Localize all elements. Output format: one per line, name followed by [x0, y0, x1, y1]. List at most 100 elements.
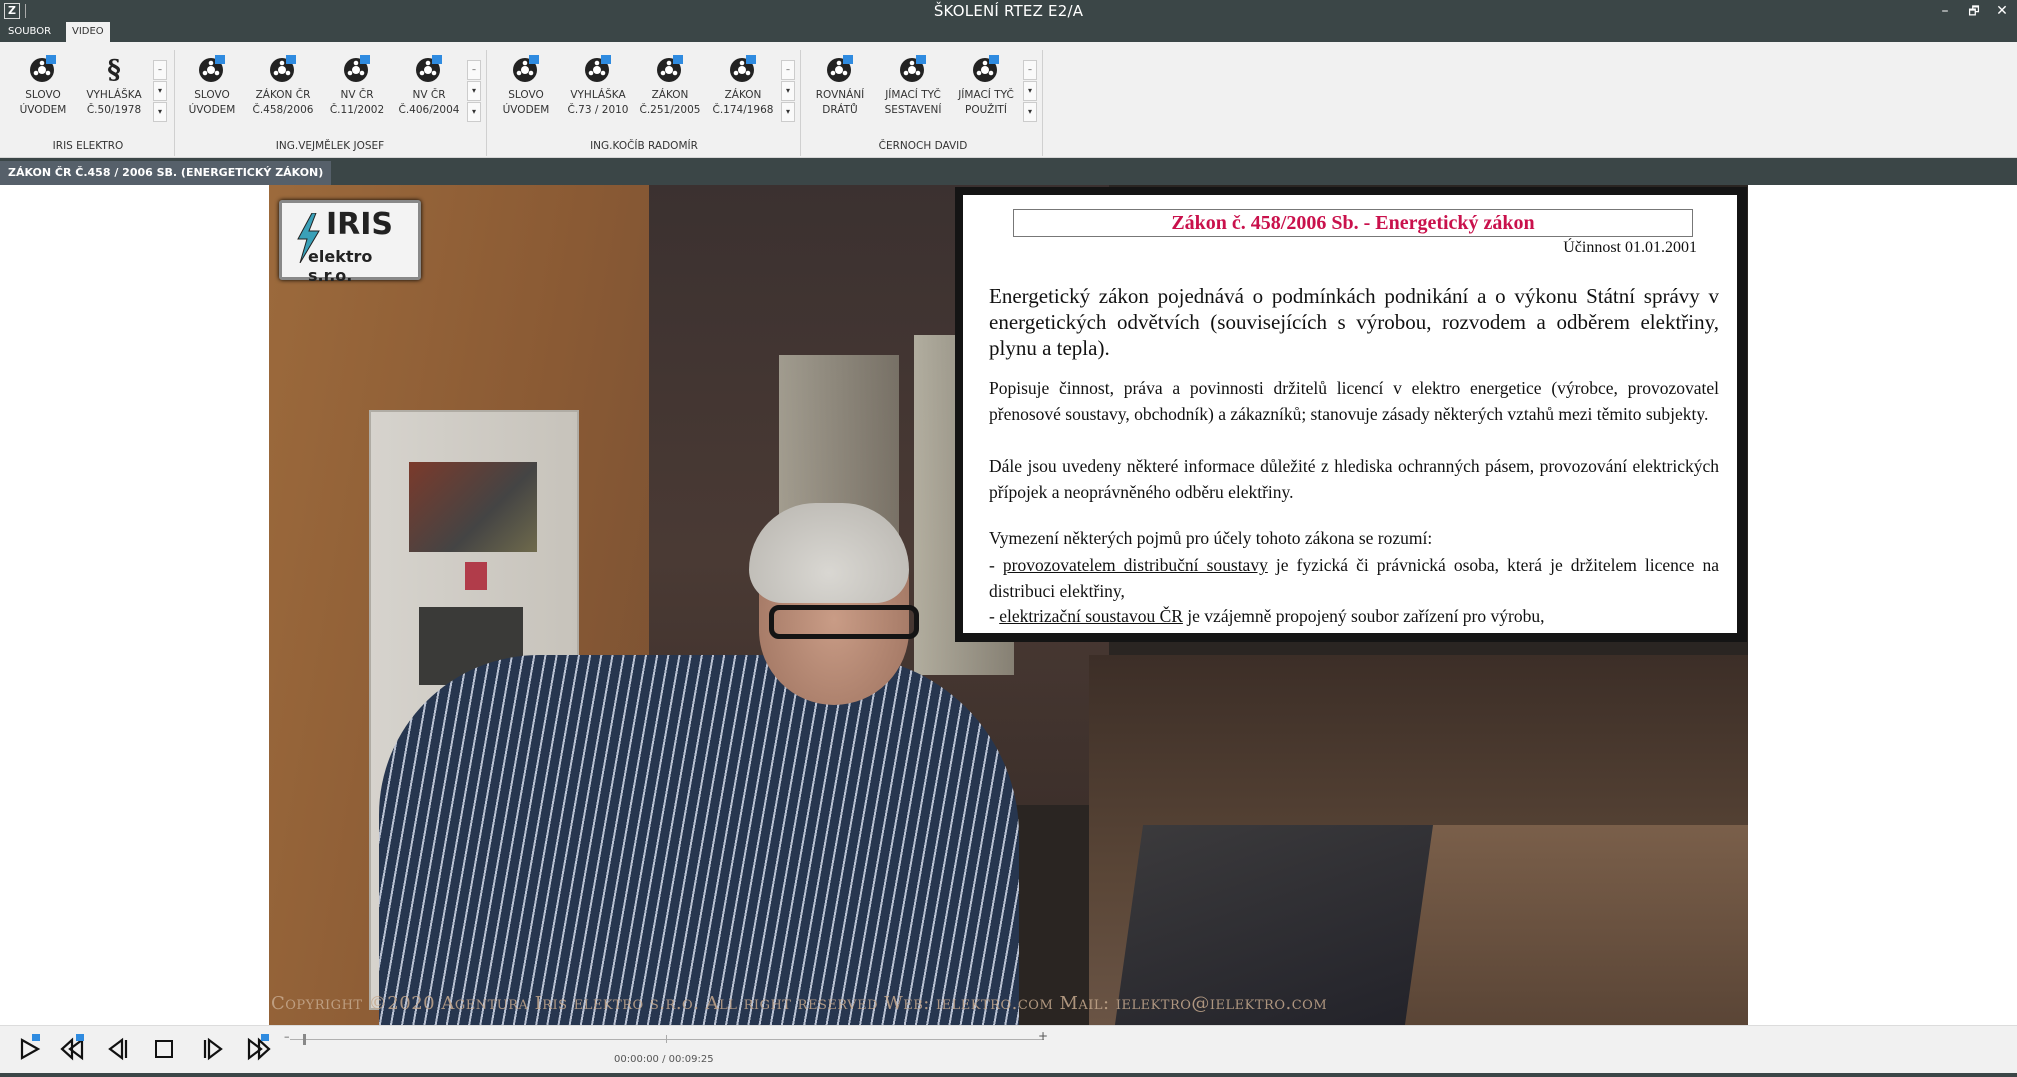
ribbon-button-label: SLOVO ÚVODEM: [502, 89, 550, 116]
minimize-button[interactable]: –: [1933, 1, 1957, 21]
seek-bar[interactable]: [290, 1039, 1044, 1040]
slide-paragraph: Vymezení některých pojmů pro účely tohot…: [989, 528, 1433, 548]
film-reel-icon: [270, 55, 296, 82]
film-reel-icon: [730, 55, 756, 82]
ribbon-button-slovo-uvodem-3[interactable]: SLOVO ÚVODEM: [494, 54, 558, 132]
scroll-down-icon[interactable]: ▾: [1023, 81, 1037, 101]
scroll-up-icon[interactable]: –: [153, 60, 167, 80]
ribbon-button-label: NV ČR Č.406/2004: [398, 89, 460, 116]
expand-icon[interactable]: ▾: [781, 102, 795, 122]
film-reel-icon: [513, 55, 539, 82]
ribbon-button-label: VYHLÁŠKA Č.73 / 2010: [567, 89, 629, 116]
restore-button[interactable]: 🗗: [1962, 1, 1986, 21]
film-reel-icon: [416, 55, 442, 82]
ribbon-button-slovo-uvodem-1[interactable]: SLOVO ÚVODEM: [11, 54, 75, 132]
gallery-scroll-2[interactable]: – ▾ ▾: [467, 60, 481, 122]
ribbon-button-slovo-uvodem-2[interactable]: SLOVO ÚVODEM: [180, 54, 244, 132]
group-separator: [800, 50, 801, 156]
slide-paragraph: Dále jsou uvedeny některé informace důle…: [989, 456, 1719, 502]
film-reel-icon: [585, 55, 611, 82]
player-controls: – + 00:00:00 / 00:09:25: [0, 1025, 2017, 1077]
group-label-cernoch: ČERNOCH DAVID: [878, 140, 968, 152]
seek-thumb[interactable]: [303, 1034, 306, 1045]
expand-icon[interactable]: ▾: [153, 102, 167, 122]
ribbon-button-label: ZÁKON Č.251/2005: [639, 89, 701, 116]
slide-paragraph: Popisuje činnost, práva a povinnosti drž…: [989, 378, 1719, 424]
step-forward-icon[interactable]: [197, 1034, 227, 1064]
expand-icon[interactable]: ▾: [1023, 102, 1037, 122]
film-reel-icon: [199, 55, 225, 82]
timecode: 00:00:00 / 00:09:25: [614, 1054, 714, 1065]
scroll-down-icon[interactable]: ▾: [153, 81, 167, 101]
gallery-scroll-4[interactable]: – ▾ ▾: [1023, 60, 1037, 122]
slide-term: provozovatelem distribuční soustavy: [1002, 555, 1268, 575]
group-label-kocib: ING.KOČÍB RADOMÍR: [590, 140, 698, 152]
film-reel-icon: [657, 55, 683, 82]
slide-effective-date: Účinnost 01.01.2001: [1563, 239, 1697, 256]
gallery-scroll-3[interactable]: – ▾ ▾: [781, 60, 795, 122]
ribbon-button-nv-11-2002[interactable]: NV ČR Č.11/2002: [325, 54, 389, 132]
ribbon-button-zakon-251-2005[interactable]: ZÁKON Č.251/2005: [638, 54, 702, 132]
slide-definition: - provozovatelem distribuční soustavy je…: [989, 555, 1720, 601]
tab-video[interactable]: VIDEO: [66, 22, 110, 42]
ribbon-button-label: NV ČR Č.11/2002: [329, 89, 385, 116]
logo-text: IRIS: [326, 207, 394, 242]
ribbon-button-rovnani-dratu[interactable]: ROVNÁNÍ DRÁTŮ: [808, 54, 872, 132]
gallery-scroll-1[interactable]: – ▾ ▾: [153, 60, 167, 122]
rewind-start-icon[interactable]: [58, 1034, 88, 1064]
ribbon-button-jimaci-tyc-pouziti[interactable]: JÍMACÍ TYČ POUŽITÍ: [954, 54, 1018, 132]
seek-plus[interactable]: +: [1038, 1029, 1048, 1043]
logo-subtext: elektro s.r.o.: [308, 247, 373, 285]
play-icon[interactable]: [14, 1034, 44, 1064]
copyright-watermark: Copyright ©2020 Agentura Iris elektro s.…: [271, 993, 1328, 1014]
scroll-down-icon[interactable]: ▾: [781, 81, 795, 101]
menu-tabs: SOUBOR VIDEO: [0, 22, 2017, 42]
video-player[interactable]: IRIS elektro s.r.o. Zákon č. 458/2006 Sb…: [269, 185, 1748, 1025]
svg-text:§: §: [107, 55, 121, 84]
ribbon-button-jimaci-tyc-sestaveni[interactable]: JÍMACÍ TYČ SESTAVENÍ: [881, 54, 945, 132]
scroll-up-icon[interactable]: –: [1023, 60, 1037, 80]
ribbon-button-vyhlaska-73-2010[interactable]: VYHLÁŠKA Č.73 / 2010: [566, 54, 630, 132]
ribbon-button-label: VYHLÁŠKA Č.50/1978: [86, 89, 142, 116]
stop-icon[interactable]: [149, 1034, 179, 1064]
ribbon-button-vyhlaska-50-1978[interactable]: § VYHLÁŠKA Č.50/1978: [82, 54, 146, 132]
window-title: ŠKOLENÍ RTEZ E2/A: [933, 2, 1084, 20]
slide-title: Zákon č. 458/2006 Sb. - Energetický záko…: [1013, 209, 1693, 237]
ribbon: SLOVO ÚVODEM § VYHLÁŠKA Č.50/1978 – ▾ ▾ IR…: [0, 42, 2017, 158]
expand-icon[interactable]: ▾: [467, 102, 481, 122]
current-video-title: ZÁKON ČR Č.458 / 2006 SB. (ENERGETICKÝ Z…: [0, 161, 332, 185]
iris-elektro-logo: IRIS elektro s.r.o.: [279, 200, 421, 285]
bottom-border: [0, 1073, 2017, 1077]
step-back-icon[interactable]: [104, 1034, 134, 1064]
slide-term: elektrizační soustavou ČR: [999, 606, 1183, 626]
ribbon-button-label: JÍMACÍ TYČ SESTAVENÍ: [884, 89, 942, 116]
group-separator: [486, 50, 487, 156]
close-button[interactable]: ✕: [1990, 1, 2014, 21]
ribbon-button-label: ROVNÁNÍ DRÁTŮ: [815, 89, 865, 116]
group-label-iris-elektro: IRIS ELEKTRO: [52, 140, 124, 152]
ribbon-button-zakon-458-2006[interactable]: ZÁKON ČR Č.458/2006: [251, 54, 315, 132]
film-reel-icon: [344, 55, 370, 82]
ribbon-button-zakon-174-1968[interactable]: ZÁKON Č.174/1968: [711, 54, 775, 132]
ribbon-button-label: SLOVO ÚVODEM: [19, 89, 67, 116]
scroll-up-icon[interactable]: –: [467, 60, 481, 80]
seek-midpoint-tick: [666, 1035, 667, 1043]
scroll-up-icon[interactable]: –: [781, 60, 795, 80]
video-status-bar: ZÁKON ČR Č.458 / 2006 SB. (ENERGETICKÝ Z…: [0, 158, 2017, 185]
ribbon-button-label: ZÁKON Č.174/1968: [712, 89, 774, 116]
presentation-slide: Zákon č. 458/2006 Sb. - Energetický záko…: [955, 187, 1747, 642]
group-separator: [174, 50, 175, 156]
group-separator: [1042, 50, 1043, 156]
film-reel-icon: [827, 55, 853, 82]
forward-end-icon[interactable]: [243, 1034, 273, 1064]
film-reel-icon: [900, 55, 926, 82]
film-reel-icon: [30, 55, 56, 82]
ribbon-button-label: SLOVO ÚVODEM: [188, 89, 236, 116]
ribbon-button-nv-406-2004[interactable]: NV ČR Č.406/2004: [397, 54, 461, 132]
title-bar: Z ŠKOLENÍ RTEZ E2/A – 🗗 ✕: [0, 0, 2017, 22]
seek-minus[interactable]: –: [284, 1030, 290, 1043]
tab-soubor[interactable]: SOUBOR: [2, 22, 57, 42]
scroll-down-icon[interactable]: ▾: [467, 81, 481, 101]
presenter: [379, 655, 1019, 1025]
ribbon-button-label: JÍMACÍ TYČ POUŽITÍ: [958, 89, 1014, 116]
